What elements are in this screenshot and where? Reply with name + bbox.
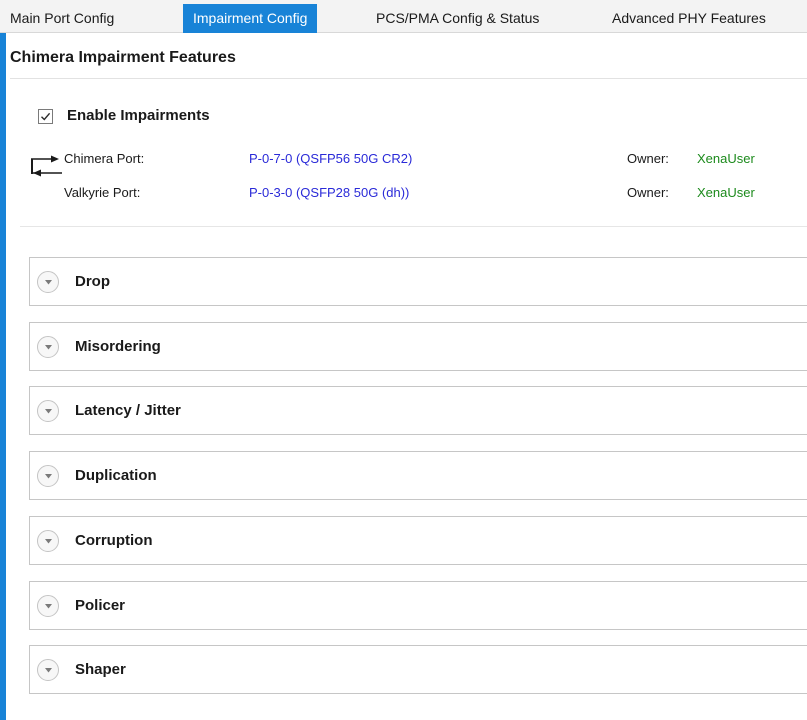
expand-button[interactable] — [37, 530, 59, 552]
chimera-owner-label: Owner: — [627, 151, 669, 166]
expand-button[interactable] — [37, 271, 59, 293]
left-accent-bar — [0, 33, 6, 720]
panel-policer[interactable]: Policer — [29, 581, 807, 630]
panel-label: Drop — [75, 273, 110, 290]
chevron-down-icon — [45, 409, 52, 414]
valkyrie-port-label: Valkyrie Port: — [64, 185, 141, 200]
tab-impairment-config[interactable]: Impairment Config — [183, 4, 318, 33]
chevron-down-icon — [45, 345, 52, 350]
panel-label: Latency / Jitter — [75, 402, 181, 419]
expand-button[interactable] — [37, 465, 59, 487]
tab-pcs-pma-config[interactable]: PCS/PMA Config & Status — [376, 5, 539, 33]
panel-label: Shaper — [75, 661, 126, 678]
port-connection-arrows-icon — [31, 155, 62, 177]
checkmark-icon — [41, 112, 51, 121]
tab-advanced-phy-features[interactable]: Advanced PHY Features — [612, 5, 766, 33]
panel-shaper[interactable]: Shaper — [29, 645, 807, 694]
panel-label: Duplication — [75, 467, 157, 484]
panel-duplication[interactable]: Duplication — [29, 451, 807, 500]
expand-button[interactable] — [37, 336, 59, 358]
chimera-port-value: P-0-7-0 (QSFP56 50G CR2) — [249, 151, 413, 166]
expand-button[interactable] — [37, 659, 59, 681]
panel-label: Corruption — [75, 532, 153, 549]
tab-main-port-config[interactable]: Main Port Config — [10, 5, 114, 33]
valkyrie-port-value: P-0-3-0 (QSFP28 50G (dh)) — [249, 185, 410, 200]
chevron-down-icon — [45, 604, 52, 609]
section-divider — [10, 78, 807, 79]
valkyrie-owner-label: Owner: — [627, 185, 669, 200]
panel-label: Misordering — [75, 338, 161, 355]
chimera-port-label: Chimera Port: — [64, 151, 145, 166]
section-title: Chimera Impairment Features — [10, 49, 236, 66]
panel-drop[interactable]: Drop — [29, 257, 807, 306]
tab-bar: Main Port Config Impairment Config PCS/P… — [0, 0, 807, 33]
chimera-owner-value: XenaUser — [697, 151, 755, 166]
panel-label: Policer — [75, 597, 126, 614]
chevron-down-icon — [45, 474, 52, 479]
panel-latency-jitter[interactable]: Latency / Jitter — [29, 386, 807, 435]
chevron-down-icon — [45, 539, 52, 544]
expand-button[interactable] — [37, 400, 59, 422]
enable-impairments-checkbox[interactable] — [38, 109, 53, 124]
chevron-down-icon — [45, 280, 52, 285]
chevron-down-icon — [45, 668, 52, 673]
valkyrie-owner-value: XenaUser — [697, 185, 755, 200]
ports-divider — [20, 226, 807, 227]
panel-corruption[interactable]: Corruption — [29, 516, 807, 565]
expand-button[interactable] — [37, 595, 59, 617]
enable-impairments-label[interactable]: Enable Impairments — [67, 107, 210, 124]
panel-misordering[interactable]: Misordering — [29, 322, 807, 371]
